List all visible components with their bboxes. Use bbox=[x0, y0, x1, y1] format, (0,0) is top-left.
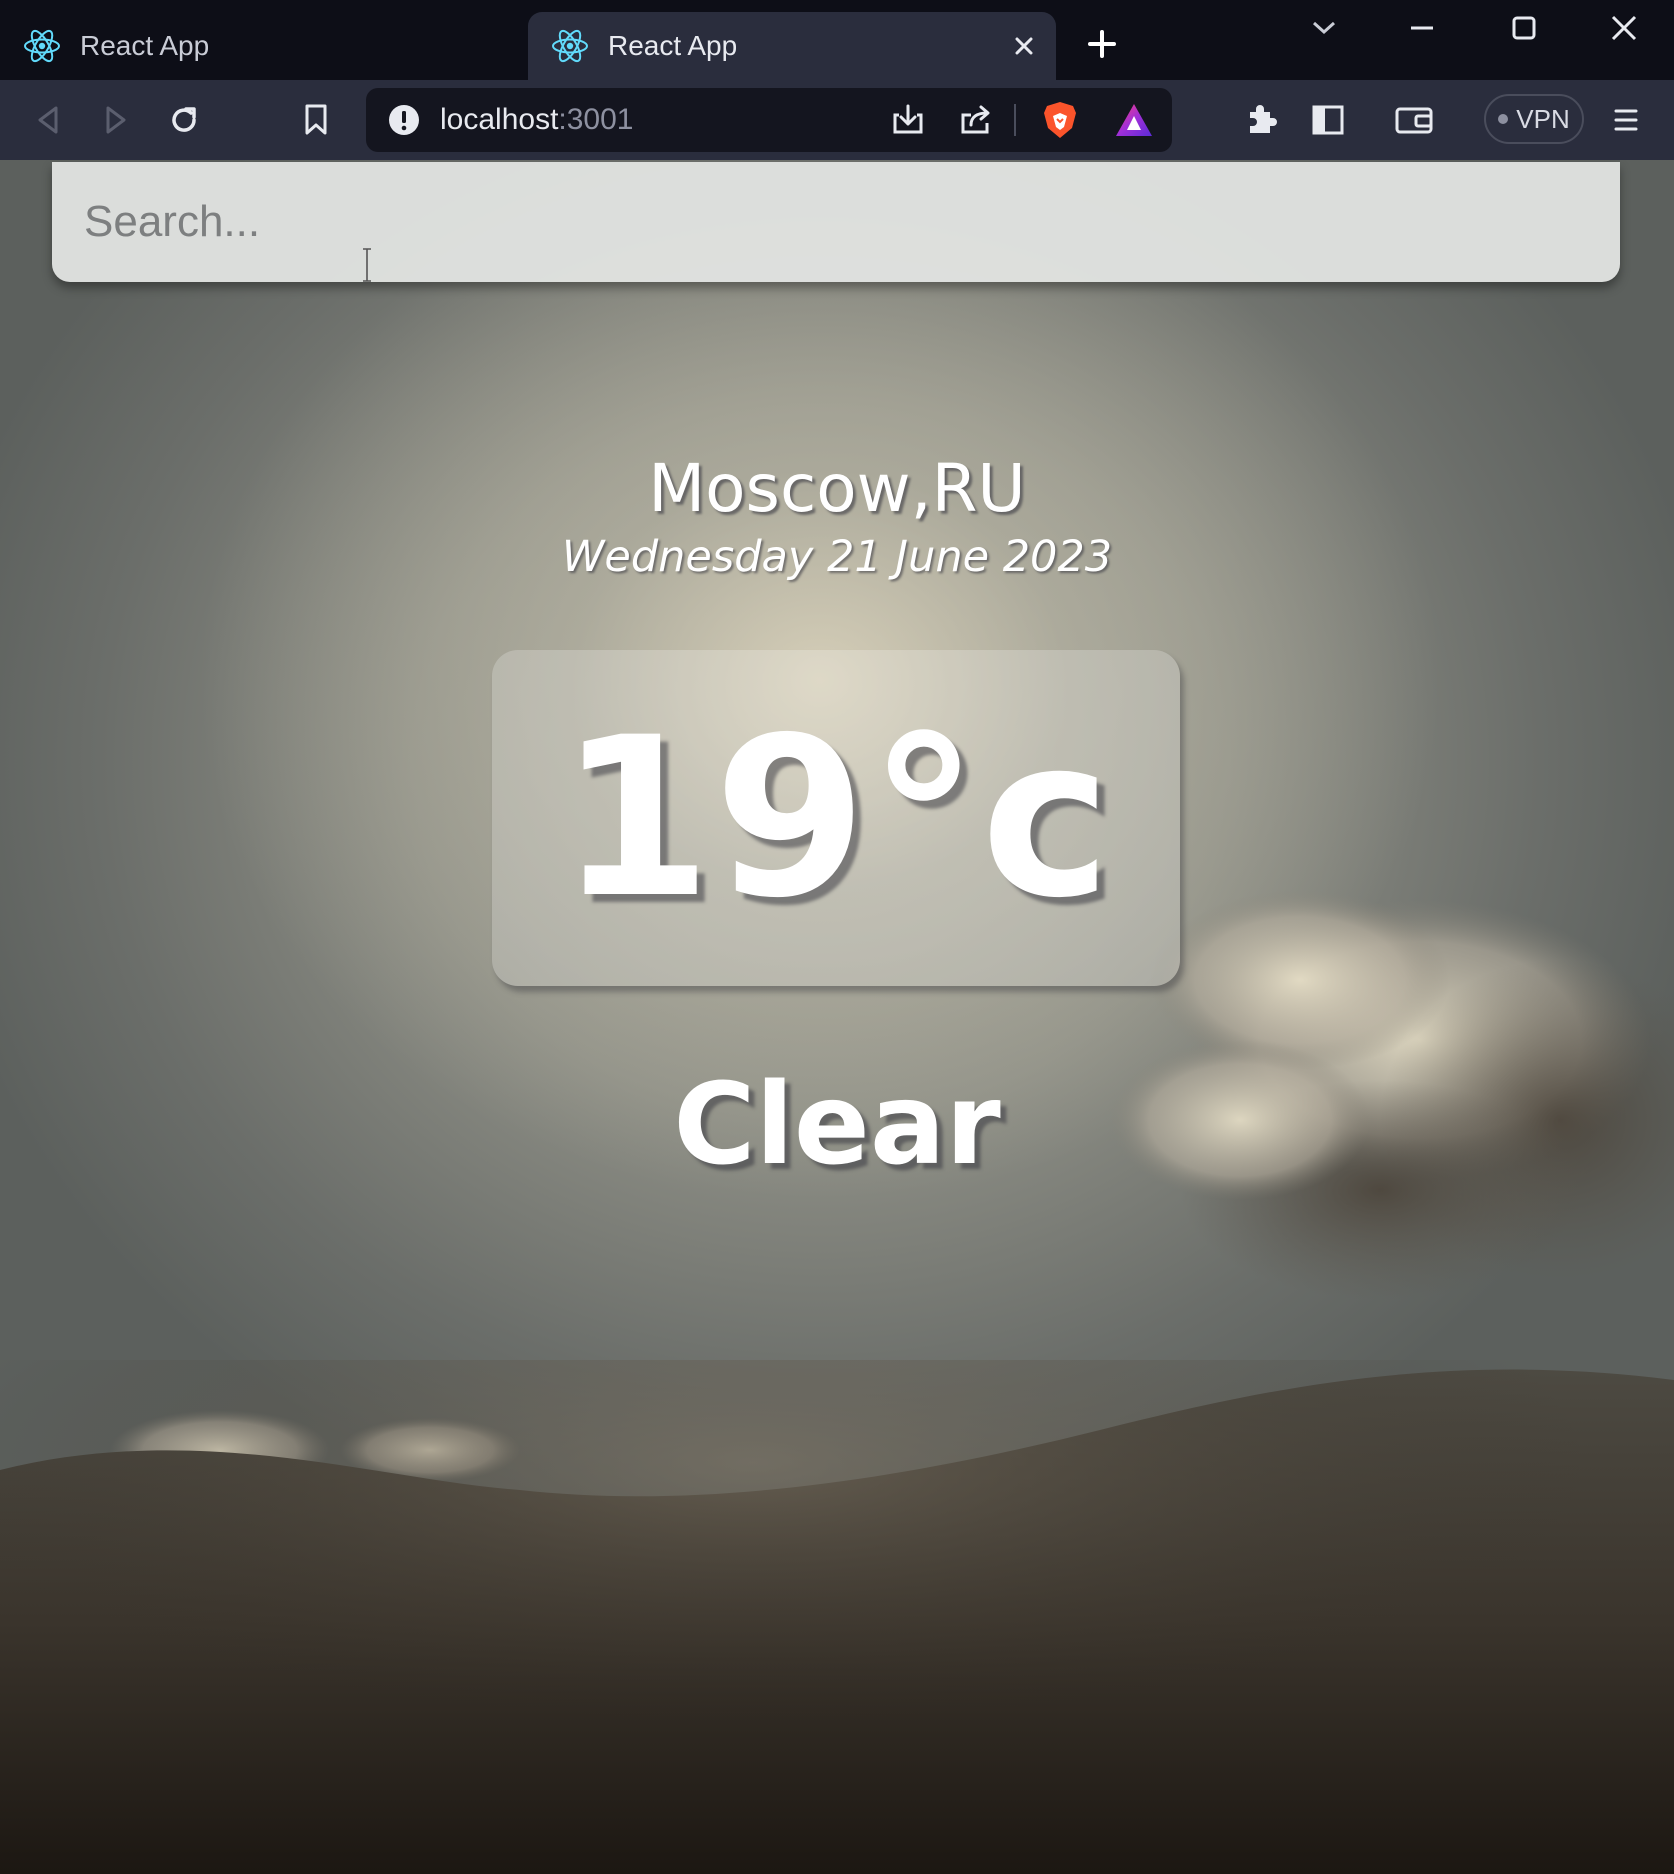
close-icon bbox=[1611, 15, 1637, 41]
react-logo-icon bbox=[550, 26, 590, 66]
reload-button[interactable] bbox=[160, 96, 208, 144]
minimize-button[interactable] bbox=[1394, 8, 1450, 48]
tab-title: React App bbox=[80, 30, 210, 61]
maximize-icon bbox=[1512, 16, 1536, 40]
browser-window: React App React App localhost:3001 VPN S… bbox=[0, 0, 1674, 1874]
search-input[interactable] bbox=[52, 162, 1620, 282]
tab-react-app-2[interactable]: React App bbox=[528, 12, 1056, 80]
location-name: Moscow,RU bbox=[648, 450, 1026, 527]
install-button[interactable] bbox=[884, 96, 932, 144]
forward-arrow-icon bbox=[106, 106, 126, 134]
puzzle-icon bbox=[1250, 105, 1277, 133]
temperature-card: 19°c bbox=[492, 650, 1180, 986]
page-viewport: Moscow,RU Wednesday 21 June 2023 19°c Cl… bbox=[0, 160, 1674, 1874]
sidebar-button[interactable] bbox=[1304, 96, 1352, 144]
wallet-button[interactable] bbox=[1390, 96, 1438, 144]
maximize-button[interactable] bbox=[1496, 8, 1552, 48]
hamburger-menu-icon bbox=[1614, 109, 1638, 131]
brave-shields-button[interactable] bbox=[1036, 96, 1084, 144]
info-icon[interactable] bbox=[386, 102, 422, 138]
tab-react-app-1[interactable]: React App bbox=[0, 12, 520, 80]
bookmark-icon bbox=[305, 104, 327, 135]
share-button[interactable] bbox=[952, 96, 1000, 144]
url-text[interactable]: localhost:3001 bbox=[440, 88, 633, 152]
browser-toolbar: localhost:3001 VPN bbox=[0, 80, 1674, 160]
main-menu-button[interactable] bbox=[1602, 96, 1650, 144]
vpn-button[interactable]: VPN bbox=[1484, 94, 1584, 144]
forward-button[interactable] bbox=[92, 96, 140, 144]
share-icon bbox=[961, 105, 990, 134]
bookmark-button[interactable] bbox=[292, 96, 340, 144]
url-port: :3001 bbox=[558, 103, 634, 136]
sidebar-icon bbox=[1312, 105, 1344, 135]
current-date: Wednesday 21 June 2023 bbox=[561, 532, 1113, 582]
extensions-button[interactable] bbox=[1236, 96, 1284, 144]
weather-condition: Clear bbox=[673, 1060, 1001, 1190]
back-arrow-icon bbox=[38, 106, 58, 134]
close-tab-icon[interactable] bbox=[1004, 26, 1044, 66]
minimize-icon bbox=[1411, 26, 1433, 30]
close-window-button[interactable] bbox=[1596, 8, 1652, 48]
reload-icon bbox=[172, 107, 196, 132]
chevron-down-icon bbox=[1312, 21, 1336, 35]
brave-lion-icon bbox=[1044, 102, 1076, 138]
react-logo-icon bbox=[22, 26, 62, 66]
vpn-label: VPN bbox=[1516, 103, 1570, 134]
install-icon bbox=[893, 104, 923, 134]
status-dot bbox=[1498, 114, 1509, 124]
wallet-icon bbox=[1395, 107, 1433, 134]
tab-search-button[interactable] bbox=[1296, 8, 1352, 48]
plus-icon bbox=[1088, 30, 1116, 58]
brave-rewards-button[interactable] bbox=[1110, 96, 1158, 144]
new-tab-button[interactable] bbox=[1082, 24, 1122, 64]
back-button[interactable] bbox=[24, 96, 72, 144]
rewards-triangle-icon bbox=[1116, 104, 1152, 136]
background-hills bbox=[0, 1360, 1674, 1874]
address-bar[interactable]: localhost:3001 bbox=[366, 88, 1172, 152]
i-beam-cursor-icon bbox=[363, 248, 371, 282]
divider bbox=[1014, 104, 1016, 136]
tab-strip: React App React App bbox=[0, 0, 1674, 80]
temperature-value: 19°c bbox=[558, 690, 1114, 946]
tab-title: React App bbox=[608, 30, 738, 61]
url-host: localhost bbox=[440, 103, 559, 136]
